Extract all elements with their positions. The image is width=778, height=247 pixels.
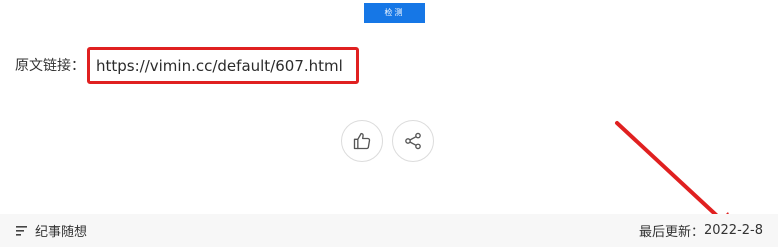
last-updated-label: 最后更新： bbox=[638, 225, 704, 240]
red-arrow-annotation bbox=[615, 121, 738, 236]
category-label: 纪事随想 bbox=[35, 225, 88, 240]
last-updated: 最后更新： 2022-2-8 bbox=[639, 214, 763, 247]
post-footer: 纪事随想 最后更新： 2022-2-8 bbox=[0, 214, 778, 247]
category-link[interactable]: 纪事随想 bbox=[16, 214, 87, 247]
last-updated-date: 2022-2-8 bbox=[703, 223, 763, 238]
list-icon bbox=[16, 225, 28, 236]
